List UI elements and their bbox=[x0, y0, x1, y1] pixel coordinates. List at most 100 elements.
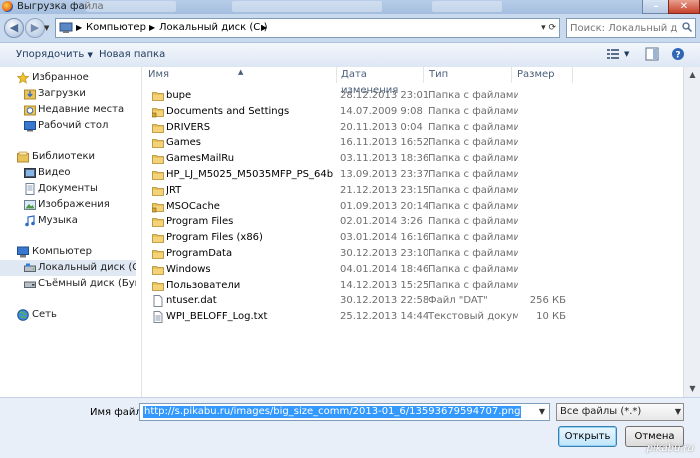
sidebar-item-downloads[interactable]: Загрузки bbox=[0, 86, 136, 102]
file-type: Папка с файлами bbox=[428, 105, 518, 117]
sidebar-item-label: Сеть bbox=[32, 309, 57, 320]
address-bar[interactable]: ▶ Компьютер ▶ Локальный диск (C:) ▶ ▾ ⟳ bbox=[55, 18, 560, 38]
sidebar-item-documents[interactable]: Документы bbox=[0, 181, 136, 197]
organize-button[interactable]: Упорядочить ▼ bbox=[16, 43, 93, 67]
sidebar-item-local-disk[interactable]: Локальный диск (C:) bbox=[0, 260, 136, 276]
close-button[interactable]: ✕ bbox=[668, 0, 700, 14]
column-header-date[interactable]: Дата изменения bbox=[335, 67, 424, 96]
breadcrumb-local-disk[interactable]: Локальный диск (C:) bbox=[159, 19, 268, 37]
library-icon bbox=[17, 151, 29, 163]
breadcrumb-separator-icon[interactable]: ▶ bbox=[261, 19, 267, 37]
file-row[interactable]: bupe 28.12.2013 23:01 Папка с файлами bbox=[142, 88, 683, 104]
file-row[interactable]: Games 16.11.2013 16:52 Папка с файлами bbox=[142, 135, 683, 151]
music-icon bbox=[25, 215, 35, 227]
locked-folder-icon bbox=[152, 202, 164, 212]
file-list: Имя ▲ Дата изменения Тип Размер bupe 28.1… bbox=[142, 67, 683, 397]
file-row[interactable]: Documents and Settings 14.07.2009 9:08 Пап… bbox=[142, 104, 683, 120]
file-row[interactable]: MSOCache 01.09.2013 20:14 Папка с файлами bbox=[142, 199, 683, 215]
breadcrumb-separator-icon[interactable]: ▶ bbox=[76, 19, 82, 37]
sidebar-item-network[interactable]: Сеть bbox=[0, 307, 136, 323]
file-type: Папка с файлами bbox=[428, 232, 518, 244]
vertical-scrollbar[interactable]: ▲ ▼ bbox=[683, 67, 700, 397]
scroll-up-icon[interactable]: ▲ bbox=[684, 67, 700, 83]
file-row[interactable]: ntuser.dat 30.12.2013 22:58 Файл "DAT" 256 … bbox=[142, 293, 683, 309]
sort-ascending-icon: ▲ bbox=[238, 68, 244, 76]
file-date: 30.12.2013 23:10 bbox=[340, 248, 428, 259]
filename-value[interactable]: http://s.pikabu.ru/images/big_size_comm/… bbox=[143, 406, 522, 418]
svg-text:?: ? bbox=[675, 51, 680, 61]
view-dropdown-icon[interactable]: ▼ bbox=[624, 43, 629, 66]
folder-icon bbox=[152, 234, 164, 244]
recent-pages-dropdown[interactable]: ▼ bbox=[44, 24, 49, 32]
sidebar-item-label: Съёмный диск (Бука) (F: bbox=[38, 278, 136, 289]
file-row[interactable]: GamesMailRu 03.11.2013 18:36 Папка с файла… bbox=[142, 151, 683, 167]
file-date: 30.12.2013 22:58 bbox=[340, 295, 428, 307]
breadcrumb-separator-icon[interactable]: ▶ bbox=[149, 19, 155, 37]
file-type: Папка с файлами bbox=[428, 153, 518, 165]
forward-button[interactable]: ▶ bbox=[25, 18, 45, 38]
firefox-icon bbox=[2, 1, 13, 12]
file-date: 16.11.2013 16:52 bbox=[340, 137, 428, 149]
sidebar-item-computer[interactable]: Компьютер bbox=[0, 244, 136, 260]
sidebar-item-music[interactable]: Музыка bbox=[0, 213, 136, 229]
computer-icon bbox=[59, 22, 73, 33]
refresh-icon[interactable]: ▾ ⟳ bbox=[541, 19, 556, 37]
file-type: Папка с файлами bbox=[428, 184, 518, 196]
file-row[interactable]: JRT 21.12.2013 23:15 Папка с файлами bbox=[142, 183, 683, 199]
search-icon[interactable] bbox=[682, 22, 692, 32]
sidebar-item-libraries[interactable]: Библиотеки bbox=[0, 149, 136, 165]
organize-label: Упорядочить bbox=[16, 49, 85, 60]
new-folder-button[interactable]: Новая папка bbox=[99, 43, 165, 66]
sidebar-item-label: Рабочий стол bbox=[38, 120, 109, 131]
recent-places-icon bbox=[24, 105, 36, 116]
command-bar: Упорядочить ▼ Новая папка ▼ ? bbox=[0, 42, 700, 68]
column-header-name[interactable]: Имя ▲ bbox=[142, 67, 337, 83]
file-name: MSOCache bbox=[166, 200, 220, 212]
view-details-icon[interactable] bbox=[606, 47, 620, 61]
file-row[interactable]: HP_LJ_M5025_M5035MFP_PS_64bit 13.09.2013 … bbox=[142, 167, 683, 183]
sidebar-item-favorites[interactable]: Избранное bbox=[0, 70, 136, 86]
file-row[interactable]: WPI_BELOFF_Log.txt 25.12.2013 14:44 Тексто… bbox=[142, 309, 683, 325]
sidebar-item-video[interactable]: Видео bbox=[0, 165, 136, 181]
minimize-button[interactable]: – bbox=[642, 0, 670, 14]
file-date: 14.12.2013 15:25 bbox=[340, 279, 428, 291]
file-row[interactable]: Windows 04.01.2014 18:46 Папка с файлами bbox=[142, 262, 683, 278]
scroll-down-icon[interactable]: ▼ bbox=[684, 381, 700, 397]
sidebar-item-pictures[interactable]: Изображения bbox=[0, 197, 136, 213]
column-header-size[interactable]: Размер bbox=[511, 67, 573, 83]
filename-history-dropdown-icon[interactable]: ▼ bbox=[535, 404, 549, 420]
dialog-footer: Имя файла: http://s.pikabu.ru/images/big… bbox=[0, 397, 700, 458]
downloads-folder-icon bbox=[24, 89, 36, 100]
folder-icon bbox=[152, 171, 164, 180]
file-name: ntuser.dat bbox=[166, 295, 217, 307]
file-row[interactable]: ProgramData 30.12.2013 23:10 Папка с файла… bbox=[142, 246, 683, 262]
help-icon[interactable]: ? bbox=[671, 47, 685, 61]
file-date: 21.12.2013 23:15 bbox=[340, 184, 428, 196]
search-input[interactable] bbox=[570, 20, 678, 36]
text-file-icon bbox=[153, 311, 163, 324]
file-row[interactable]: DRIVERS 20.11.2013 0:04 Папка с файлами bbox=[142, 120, 683, 136]
back-button[interactable]: ◀ bbox=[4, 18, 24, 38]
file-row[interactable]: Пользователи 14.12.2013 15:25 Папка с файл… bbox=[142, 278, 683, 294]
chevron-down-icon: ▼ bbox=[674, 407, 681, 416]
file-row[interactable]: Program Files 02.01.2014 3:26 Папка с файл… bbox=[142, 214, 683, 230]
file-name: GamesMailRu bbox=[166, 153, 235, 165]
folder-icon bbox=[152, 281, 164, 291]
preview-pane-icon[interactable] bbox=[645, 47, 659, 61]
sidebar-item-recent[interactable]: Недавние места bbox=[0, 102, 136, 118]
column-header-type[interactable]: Тип bbox=[423, 67, 512, 83]
sidebar-item-desktop[interactable]: Рабочий стол bbox=[0, 118, 136, 134]
search-box[interactable] bbox=[566, 18, 696, 38]
sidebar-item-removable-disk[interactable]: Съёмный диск (Бука) (F: bbox=[0, 276, 136, 292]
file-type: Папка с файлами bbox=[428, 279, 518, 291]
background-tab bbox=[86, 1, 176, 12]
breadcrumb-computer[interactable]: Компьютер bbox=[86, 19, 146, 37]
filename-input[interactable]: http://s.pikabu.ru/images/big_size_comm/… bbox=[139, 403, 550, 421]
open-button[interactable]: Открыть bbox=[558, 426, 617, 447]
star-icon bbox=[17, 72, 29, 84]
folder-icon bbox=[152, 139, 164, 149]
folder-icon bbox=[152, 155, 164, 165]
filetype-select[interactable]: Все файлы (*.*) ▼ bbox=[556, 403, 684, 421]
file-name: Program Files bbox=[166, 216, 234, 228]
file-row[interactable]: Program Files (x86) 03.01.2014 16:16 Папка… bbox=[142, 230, 683, 246]
